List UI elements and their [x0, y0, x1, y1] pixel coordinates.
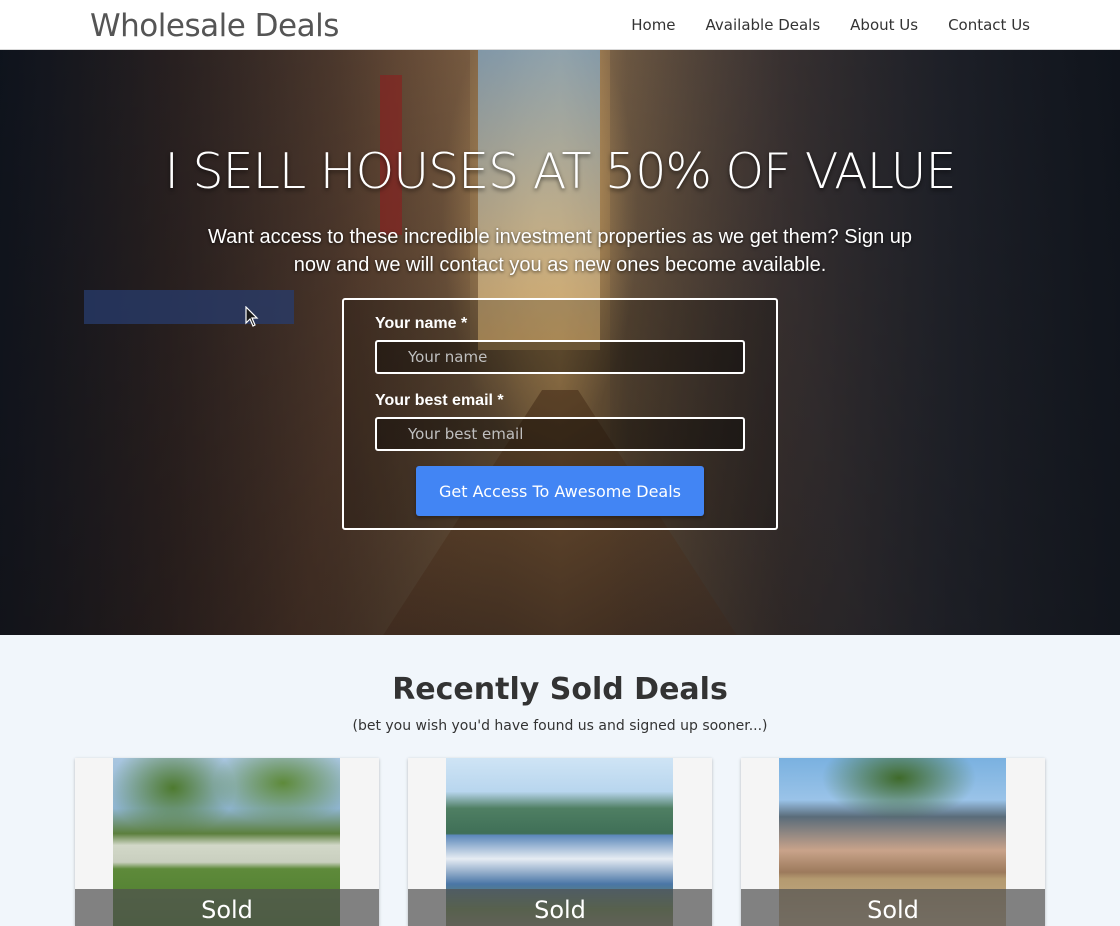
nav-link-home[interactable]: Home	[631, 16, 675, 34]
get-access-button[interactable]: Get Access To Awesome Deals	[416, 466, 704, 516]
sold-badge: Sold	[75, 889, 379, 926]
nav-link-contact-us[interactable]: Contact Us	[948, 16, 1030, 34]
hero-title: I SELL HOUSES AT 50% OF VALUE	[164, 143, 957, 200]
hero-background-shop-sign	[84, 290, 294, 324]
hero-subtitle: Want access to these incredible investme…	[207, 226, 913, 276]
sold-deal-card[interactable]: Sold	[75, 758, 379, 926]
name-label: Your name *	[375, 315, 468, 332]
signup-form: Your name * Your best email * Get Access…	[342, 298, 778, 530]
brand-logo[interactable]: Wholesale Deals	[90, 8, 339, 44]
nav-link-about-us[interactable]: About Us	[850, 16, 918, 34]
sold-section-subtitle: (bet you wish you'd have found us and si…	[352, 718, 768, 734]
sold-deal-card[interactable]: Sold	[741, 758, 1045, 926]
nav-link-available-deals[interactable]: Available Deals	[706, 16, 821, 34]
name-input[interactable]	[375, 340, 745, 374]
sold-section-title: Recently Sold Deals	[392, 672, 728, 707]
hero-section: I SELL HOUSES AT 50% OF VALUE Want acces…	[0, 50, 1120, 635]
sold-badge: Sold	[408, 889, 712, 926]
sold-deal-card[interactable]: Sold	[408, 758, 712, 926]
nav-menu: Home Available Deals About Us Contact Us	[631, 16, 1030, 34]
email-input[interactable]	[375, 417, 745, 451]
email-label: Your best email *	[375, 392, 504, 409]
sold-badge: Sold	[741, 889, 1045, 926]
navbar: Wholesale Deals Home Available Deals Abo…	[0, 0, 1120, 50]
